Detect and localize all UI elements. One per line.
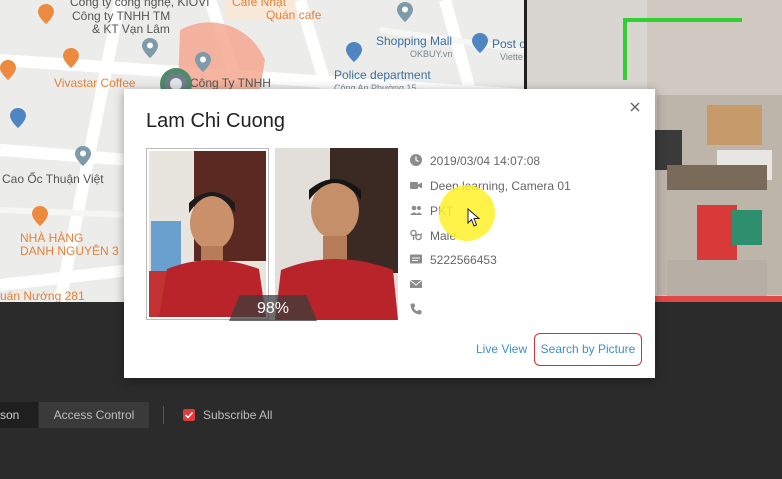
post-office-pin-icon[interactable]	[472, 33, 488, 53]
restaurant-pin-icon[interactable]	[32, 206, 48, 226]
police-pin-icon[interactable]	[346, 42, 362, 62]
video-camera-icon	[410, 182, 422, 189]
map-label: Shopping Mall	[376, 34, 453, 48]
captured-face-snapshot[interactable]	[146, 148, 269, 320]
person-match-dialog: Lam Chi Cuong 98% 2019/03/04 14:07:08 De…	[124, 89, 655, 378]
map-label: DANH NGUYÊN 3	[20, 244, 119, 258]
tab-person[interactable]: son	[0, 402, 38, 428]
place-pin-icon[interactable]	[195, 52, 211, 72]
search-by-picture-button[interactable]: Search by Picture	[534, 333, 642, 366]
close-icon[interactable]	[627, 99, 643, 115]
place-pin-icon[interactable]	[142, 38, 158, 58]
library-image	[275, 148, 398, 320]
info-datetime: 2019/03/04 14:07:08	[430, 154, 541, 168]
snapshot-image	[149, 151, 266, 317]
cafe-pin-icon[interactable]	[63, 48, 79, 68]
map-label: Quán cafe	[266, 8, 322, 22]
place-pin-icon[interactable]	[397, 2, 413, 22]
map-label: Công ty công nghệ, KIOVI	[70, 0, 210, 9]
map-label: & KT Vạn Lâm	[92, 22, 170, 36]
gender-icon	[410, 229, 423, 241]
map-label: Cao Ốc Thuận Việt	[2, 172, 104, 186]
map-label: uán Nướng 281	[0, 289, 85, 303]
restaurant-pin-icon[interactable]	[0, 60, 16, 80]
map-label: OKBUY.vn	[410, 49, 453, 59]
library-face-picture[interactable]	[275, 148, 398, 320]
map-label: Police department	[334, 68, 431, 82]
restaurant-pin-icon[interactable]	[38, 4, 54, 24]
live-view-button[interactable]: Live View	[476, 342, 527, 356]
tab-divider	[163, 406, 164, 424]
envelope-icon	[409, 279, 423, 288]
tab-access-control[interactable]: Access Control	[39, 402, 149, 428]
people-group-icon	[410, 205, 422, 215]
dialog-title: Lam Chi Cuong	[146, 110, 285, 132]
clock-icon	[410, 154, 422, 166]
checkmark-icon	[184, 411, 194, 419]
app-window: Công ty công nghệ, KIOVI Café Nhật Công …	[0, 0, 782, 479]
map-label: Post o	[492, 37, 524, 51]
shop-pin-icon[interactable]	[10, 108, 26, 128]
subscribe-all-label[interactable]: Subscribe All	[203, 408, 272, 422]
info-id-number: 5222566453	[430, 253, 497, 267]
subscribe-all-checkbox[interactable]	[183, 409, 195, 421]
similarity-score: 98%	[229, 295, 317, 321]
mouse-pointer-icon	[467, 208, 481, 227]
id-card-icon	[410, 254, 422, 264]
map-label: Viette	[500, 52, 523, 62]
phone-icon	[410, 303, 422, 315]
place-pin-icon[interactable]	[75, 146, 91, 166]
